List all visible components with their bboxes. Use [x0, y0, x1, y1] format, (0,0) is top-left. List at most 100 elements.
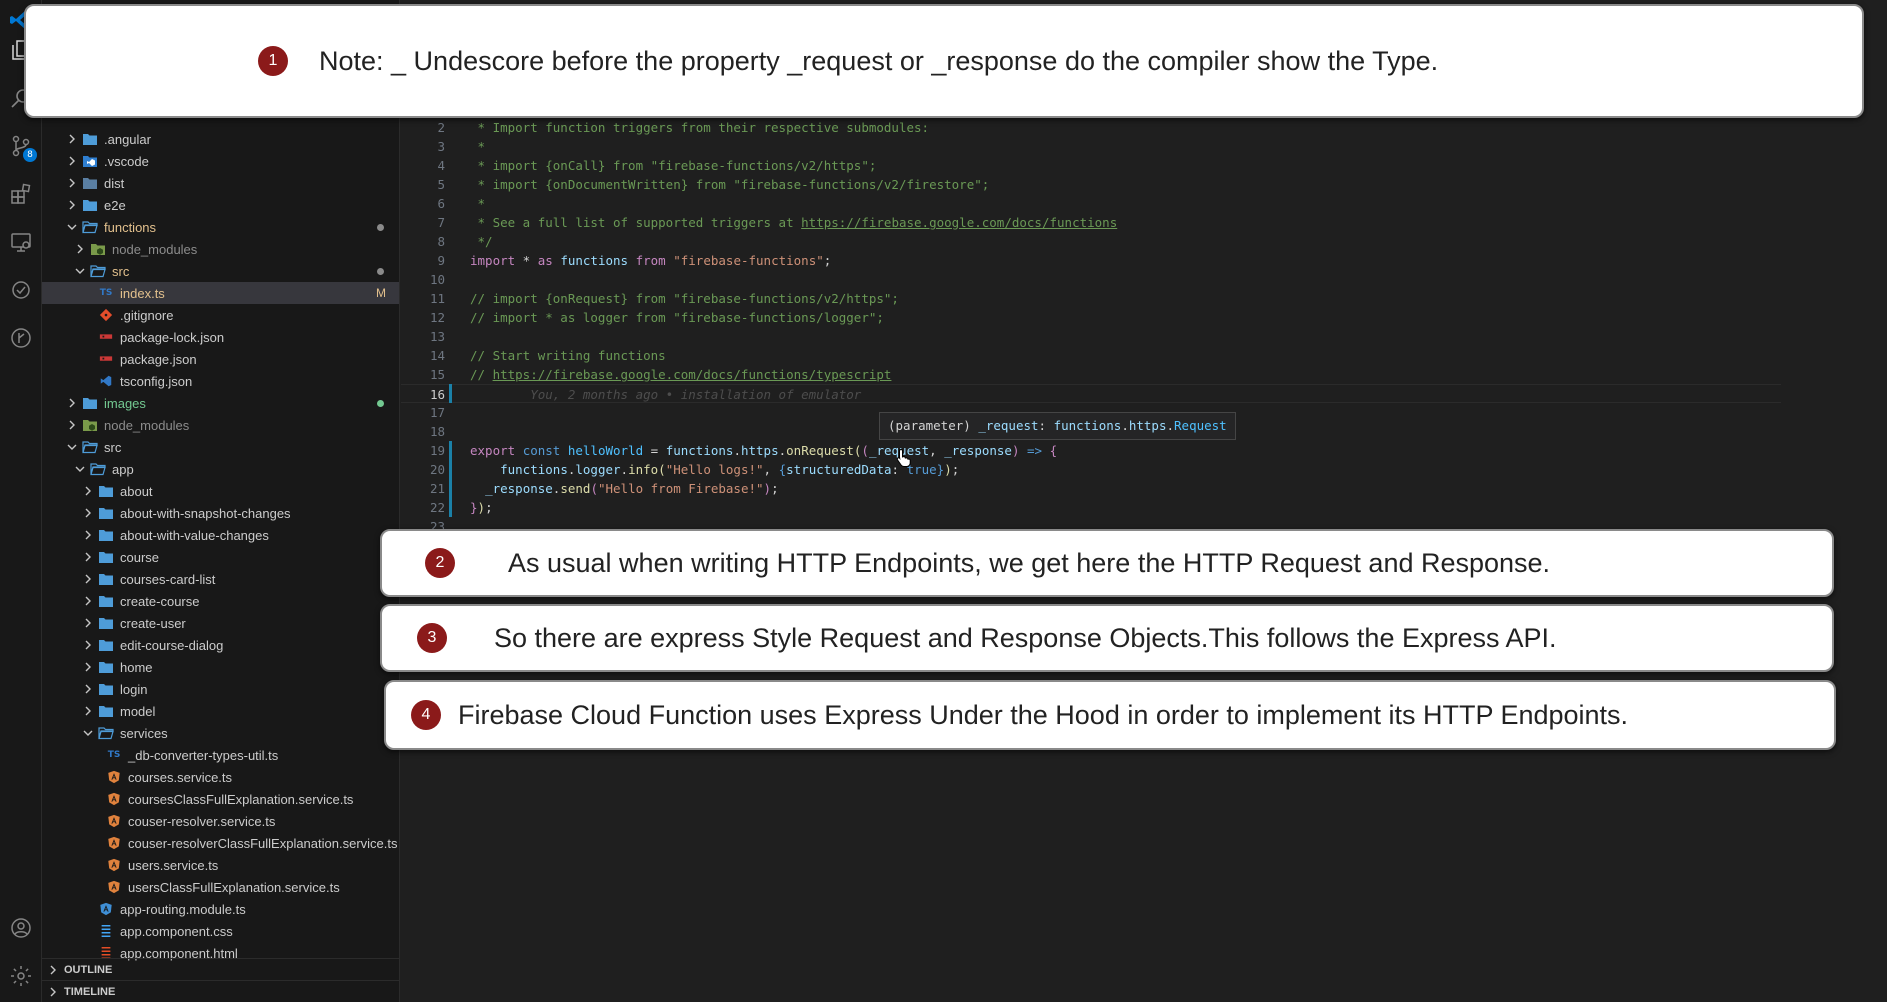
code-line[interactable]: 14 // Start writing functions — [401, 346, 1781, 365]
folder-icon — [82, 219, 98, 235]
explorer-item[interactable]: services — [42, 722, 399, 744]
settings-gear-icon[interactable] — [7, 962, 35, 990]
code-line[interactable]: 19 export const helloWorld = functions.ht… — [401, 441, 1781, 460]
outline-section-header[interactable]: OUTLINE — [42, 958, 399, 980]
explorer-item[interactable]: src — [42, 436, 399, 458]
explorer-item[interactable]: courses-card-list — [42, 568, 399, 590]
code-line[interactable]: 11 // import {onRequest} from "firebase-f… — [401, 289, 1781, 308]
code-line[interactable]: 10 — [401, 270, 1781, 289]
line-number: 22 — [429, 500, 445, 515]
explorer-item[interactable]: TS _db-converter-types-util.ts — [42, 744, 399, 766]
account-icon[interactable] — [7, 914, 35, 942]
explorer-item[interactable]: node_modules — [42, 238, 399, 260]
explorer-item[interactable]: course — [42, 546, 399, 568]
explorer-item[interactable]: about-with-snapshot-changes — [42, 502, 399, 524]
code-text: // import {onRequest} from "firebase-fun… — [470, 291, 899, 306]
folder-icon — [98, 637, 114, 653]
code-line[interactable]: 15 // https://firebase.google.com/docs/fu… — [401, 365, 1781, 384]
explorer-item[interactable]: .gitignore — [42, 304, 399, 326]
code-line[interactable]: 7 * See a full list of supported trigger… — [401, 213, 1781, 232]
angular-file-icon — [106, 813, 122, 829]
explorer-item[interactable]: login — [42, 678, 399, 700]
code-line[interactable]: 12 // import * as logger from "firebase-f… — [401, 308, 1781, 327]
explorer-item[interactable]: about — [42, 480, 399, 502]
git-status-dot — [377, 267, 384, 275]
explorer-item[interactable]: couser-resolverClassFullExplanation.serv… — [42, 832, 399, 854]
explorer-item-label: about-with-snapshot-changes — [120, 505, 291, 521]
explorer-item[interactable]: node_modules — [42, 414, 399, 436]
folder-icon — [98, 659, 114, 675]
explorer-item[interactable]: home — [42, 656, 399, 678]
folder-icon — [82, 175, 98, 191]
explorer-item[interactable]: package-lock.json — [42, 326, 399, 348]
explorer-item-label: users.service.ts — [128, 857, 219, 873]
explorer-item[interactable]: about-with-value-changes — [42, 524, 399, 546]
code-line[interactable]: 16 You, 2 months ago • installation of e… — [401, 384, 1781, 403]
line-number: 15 — [429, 367, 445, 382]
explorer-item[interactable]: package.json — [42, 348, 399, 370]
line-number: 18 — [429, 424, 445, 439]
code-line[interactable]: 13 — [401, 327, 1781, 346]
line-number: 5 — [437, 177, 445, 192]
code-line[interactable]: 8 */ — [401, 232, 1781, 251]
explorer-item-label: about — [120, 483, 153, 499]
code-line[interactable]: 6 * — [401, 194, 1781, 213]
explorer-item[interactable]: dist — [42, 172, 399, 194]
remote-explorer-icon[interactable] — [7, 228, 35, 256]
explorer-item-label: app-routing.module.ts — [120, 901, 246, 917]
explorer-item[interactable]: edit-course-dialog — [42, 634, 399, 656]
chevron-down-icon — [72, 461, 88, 477]
extensions-icon[interactable] — [7, 180, 35, 208]
code-line[interactable]: 5 * import {onDocumentWritten} from "fir… — [401, 175, 1781, 194]
git-graph-icon[interactable] — [7, 324, 35, 352]
code-line[interactable]: 22}); — [401, 498, 1781, 517]
folder-icon — [82, 197, 98, 213]
explorer-item[interactable]: couser-resolver.service.ts — [42, 810, 399, 832]
chevron-right-icon — [42, 965, 64, 975]
explorer-item[interactable]: TS index.ts M — [42, 282, 399, 304]
angular-file-icon — [106, 791, 122, 807]
code-text: }); — [470, 500, 493, 515]
timeline-section-header[interactable]: TIMELINE — [42, 980, 399, 1002]
code-line[interactable]: 20 functions.logger.info("Hello logs!", … — [401, 460, 1781, 479]
explorer-item[interactable]: e2e — [42, 194, 399, 216]
explorer-item-label: about-with-value-changes — [120, 527, 269, 543]
explorer-item[interactable]: create-course — [42, 590, 399, 612]
explorer-item[interactable]: app-routing.module.ts — [42, 898, 399, 920]
explorer-item[interactable]: users.service.ts — [42, 854, 399, 876]
code-line[interactable]: 9 import * as functions from "firebase-fu… — [401, 251, 1781, 270]
explorer-item-label: usersClassFullExplanation.service.ts — [128, 879, 340, 895]
explorer-item-label: .angular — [104, 131, 151, 147]
explorer-item[interactable]: coursesClassFullExplanation.service.ts — [42, 788, 399, 810]
explorer-item[interactable]: .angular — [42, 128, 399, 150]
explorer-item[interactable]: usersClassFullExplanation.service.ts — [42, 876, 399, 898]
code-editor[interactable]: 2 * Import function triggers from their … — [401, 0, 1887, 1002]
explorer-item-label: courses.service.ts — [128, 769, 233, 785]
explorer-item-label: app.component.css — [120, 923, 233, 939]
explorer-item[interactable]: create-user — [42, 612, 399, 634]
testing-icon[interactable] — [7, 276, 35, 304]
explorer-item-label: .vscode — [104, 153, 149, 169]
explorer-item[interactable]: app — [42, 458, 399, 480]
explorer-item-label: create-user — [120, 615, 186, 631]
explorer-item[interactable]: app.component.css — [42, 920, 399, 942]
explorer-item-label: .gitignore — [120, 307, 174, 323]
explorer-item[interactable]: .vscode — [42, 150, 399, 172]
angular-file-icon — [106, 835, 122, 851]
code-line[interactable]: 2 * Import function triggers from their … — [401, 118, 1781, 137]
explorer-item[interactable]: images — [42, 392, 399, 414]
explorer-item[interactable]: model — [42, 700, 399, 722]
explorer-item[interactable]: tsconfig.json — [42, 370, 399, 392]
source-control-icon[interactable]: 8 — [7, 132, 37, 162]
code-line[interactable]: 3 * — [401, 137, 1781, 156]
explorer-item-label: package.json — [120, 351, 197, 367]
code-line[interactable]: 21 _response.send("Hello from Firebase!"… — [401, 479, 1781, 498]
explorer-item-label: couser-resolverClassFullExplanation.serv… — [128, 835, 398, 851]
code-line[interactable]: 4 * import {onCall} from "firebase-funct… — [401, 156, 1781, 175]
explorer-item[interactable]: src — [42, 260, 399, 282]
folder-icon — [98, 703, 114, 719]
explorer-item[interactable]: courses.service.ts — [42, 766, 399, 788]
explorer-item[interactable]: functions — [42, 216, 399, 238]
chevron-right-icon — [64, 175, 80, 191]
